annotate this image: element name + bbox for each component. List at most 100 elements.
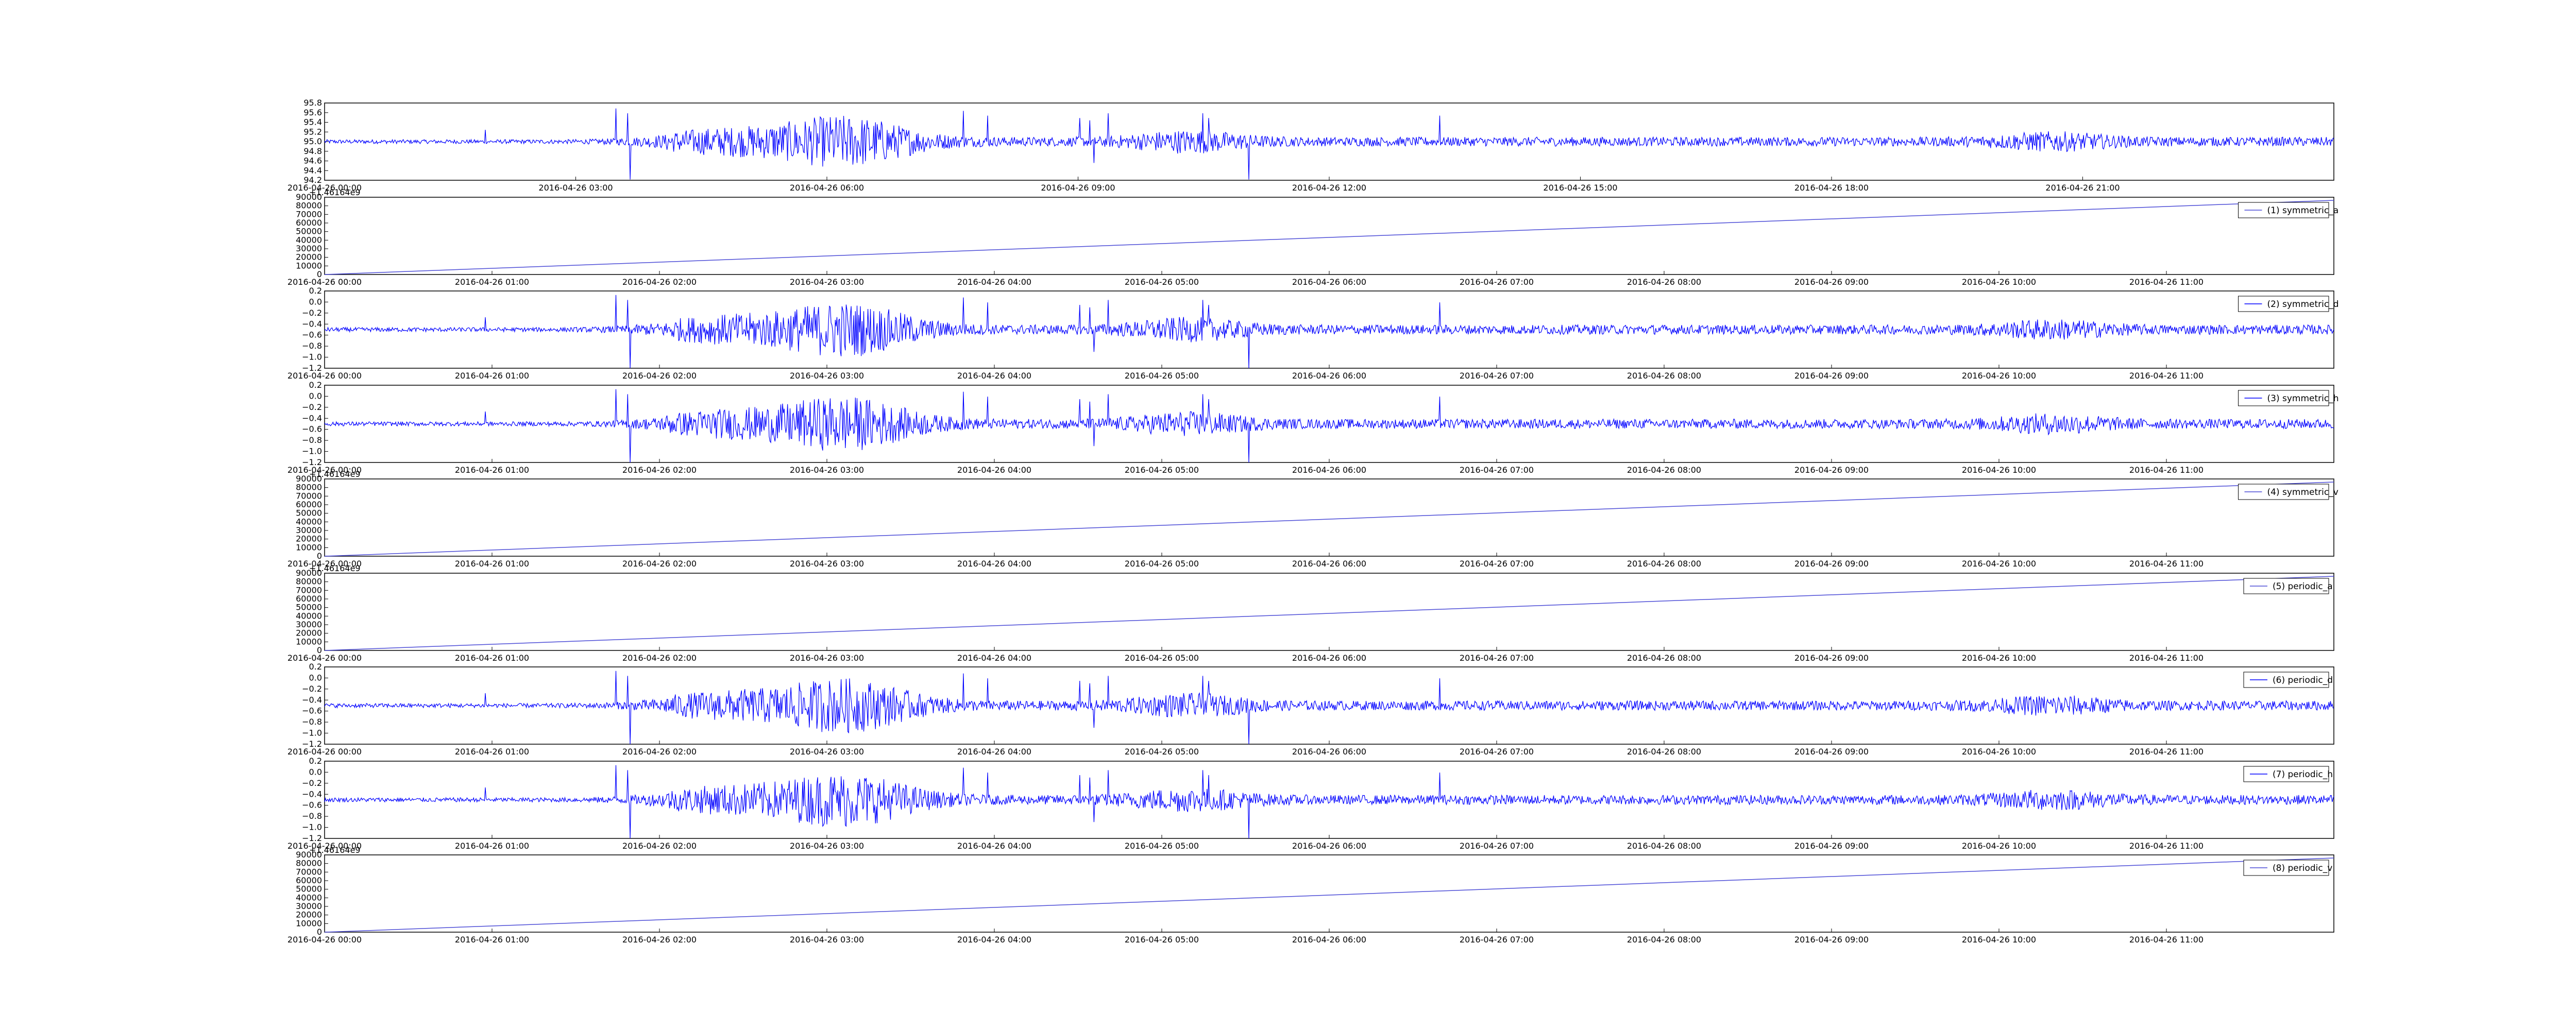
y-tick-label: −0.8	[302, 341, 322, 351]
x-tick-label: 2016-04-26 18:00	[1794, 183, 1869, 193]
y-tick-label: 10000	[296, 261, 322, 270]
x-tick-label: 2016-04-26 10:00	[1962, 559, 2036, 569]
y-tick-label: 60000	[296, 594, 322, 604]
y-tick-label: 20000	[296, 628, 322, 638]
x-tick-label: 2016-04-26 09:00	[1794, 371, 1869, 381]
y-tick-label: −1.0	[302, 447, 322, 456]
y-tick-label: 50000	[296, 508, 322, 518]
y-tick-label: −0.6	[302, 800, 322, 810]
x-tick-label: 2016-04-26 11:00	[2129, 747, 2204, 757]
x-tick-label: 2016-04-26 09:00	[1794, 465, 1869, 475]
y-tick-label: 50000	[296, 227, 322, 236]
y-tick-label: −0.6	[302, 424, 322, 434]
legend: (6) periodic_d	[2243, 672, 2333, 688]
x-tick-label: 2016-04-26 08:00	[1627, 747, 1701, 757]
x-tick-label: 2016-04-26 08:00	[1627, 371, 1701, 381]
x-tick-label: 2016-04-26 12:00	[1292, 183, 1366, 193]
y-tick-label: −0.4	[302, 789, 322, 799]
x-tick-label: 2016-04-26 11:00	[2129, 841, 2204, 851]
legend: (7) periodic_h	[2243, 766, 2333, 782]
x-tick-label: 2016-04-26 02:00	[622, 747, 697, 757]
x-tick-label: 2016-04-26 02:00	[622, 559, 697, 569]
legend: (5) periodic_a	[2243, 578, 2333, 594]
x-tick-label: 2016-04-26 15:00	[1543, 183, 1617, 193]
x-tick-label: 2016-04-26 11:00	[2129, 277, 2204, 287]
x-tick-label: 2016-04-26 09:00	[1794, 747, 1869, 757]
x-tick-label: 2016-04-26 04:00	[957, 559, 1031, 569]
x-tick-label: 2016-04-26 02:00	[622, 277, 697, 287]
legend-label: (6) periodic_d	[2273, 675, 2333, 685]
x-tick-label: 2016-04-26 01:00	[455, 747, 529, 757]
y-tick-label: −0.4	[302, 695, 322, 705]
y-tick-label: 94.6	[303, 156, 322, 166]
x-tick-label: 2016-04-26 07:00	[1460, 653, 1534, 663]
y-tick-label: 20000	[296, 252, 322, 262]
figure-background	[0, 0, 2576, 1030]
x-tick-label: 2016-04-26 09:00	[1794, 935, 1869, 945]
y-tick-label: 80000	[296, 483, 322, 492]
x-tick-label: 2016-04-26 04:00	[957, 747, 1031, 757]
x-tick-label: 2016-04-26 06:00	[1292, 653, 1366, 663]
y-tick-label: −0.2	[302, 308, 322, 318]
y-tick-label: 0.0	[309, 297, 322, 306]
offset-text: +1.46164e9	[309, 845, 361, 855]
y-tick-label: 80000	[296, 201, 322, 211]
offset-text: +1.46164e9	[309, 187, 361, 197]
x-tick-label: 2016-04-26 05:00	[1125, 465, 1199, 475]
legend: (3) symmetric_h	[2238, 390, 2338, 406]
legend-label: (8) periodic_v	[2273, 863, 2332, 873]
y-tick-label: −1.0	[302, 822, 322, 832]
x-tick-label: 2016-04-26 02:00	[622, 935, 697, 945]
legend: (1) symmetric_a	[2238, 202, 2339, 218]
y-tick-label: 0.2	[309, 662, 322, 672]
y-tick-label: 30000	[296, 620, 322, 629]
y-tick-label: 95.2	[303, 127, 322, 136]
y-tick-label: −0.6	[302, 330, 322, 340]
x-tick-label: 2016-04-26 02:00	[622, 653, 697, 663]
y-tick-label: 95.8	[303, 98, 322, 108]
legend-label: (1) symmetric_a	[2267, 205, 2339, 216]
x-tick-label: 2016-04-26 08:00	[1627, 841, 1701, 851]
y-tick-label: −1.0	[302, 728, 322, 738]
y-tick-label: 80000	[296, 859, 322, 868]
x-tick-label: 2016-04-26 03:00	[790, 653, 864, 663]
x-tick-label: 2016-04-26 04:00	[957, 841, 1031, 851]
y-tick-label: 0.2	[309, 756, 322, 766]
x-tick-label: 2016-04-26 01:00	[455, 371, 529, 381]
x-tick-label: 2016-04-26 10:00	[1962, 841, 2036, 851]
y-tick-label: 60000	[296, 500, 322, 509]
y-tick-label: 0.0	[309, 391, 322, 401]
x-tick-label: 2016-04-26 06:00	[1292, 841, 1366, 851]
x-tick-label: 2016-04-26 07:00	[1460, 559, 1534, 569]
x-tick-label: 2016-04-26 05:00	[1125, 277, 1199, 287]
y-tick-label: 80000	[296, 577, 322, 587]
legend: (4) symmetric_v	[2238, 484, 2338, 500]
x-tick-label: 2016-04-26 09:00	[1794, 277, 1869, 287]
x-tick-label: 2016-04-26 11:00	[2129, 653, 2204, 663]
x-tick-label: 2016-04-26 08:00	[1627, 277, 1701, 287]
x-tick-label: 2016-04-26 10:00	[1962, 653, 2036, 663]
x-tick-label: 2016-04-26 05:00	[1125, 747, 1199, 757]
y-tick-label: 40000	[296, 235, 322, 245]
x-tick-label: 2016-04-26 06:00	[790, 183, 864, 193]
offset-text: +1.46164e9	[309, 563, 361, 573]
y-tick-label: 70000	[296, 209, 322, 219]
y-tick-label: −0.8	[302, 435, 322, 445]
figure-canvas: 94.294.494.694.895.095.295.495.695.82016…	[0, 0, 2576, 1030]
y-tick-label: −0.2	[302, 402, 322, 412]
y-tick-label: 70000	[296, 585, 322, 595]
y-tick-label: 94.8	[303, 146, 322, 156]
y-tick-label: −0.4	[302, 413, 322, 423]
y-tick-label: 0.0	[309, 767, 322, 777]
y-tick-label: 40000	[296, 611, 322, 621]
x-tick-label: 2016-04-26 02:00	[622, 371, 697, 381]
y-tick-label: 30000	[296, 244, 322, 253]
y-tick-label: 70000	[296, 491, 322, 501]
x-tick-label: 2016-04-26 06:00	[1292, 747, 1366, 757]
x-tick-label: 2016-04-26 00:00	[287, 747, 362, 757]
y-tick-label: 50000	[296, 603, 322, 612]
x-tick-label: 2016-04-26 04:00	[957, 465, 1031, 475]
y-tick-label: 95.6	[303, 108, 322, 117]
x-tick-label: 2016-04-26 07:00	[1460, 935, 1534, 945]
y-tick-label: 60000	[296, 876, 322, 885]
